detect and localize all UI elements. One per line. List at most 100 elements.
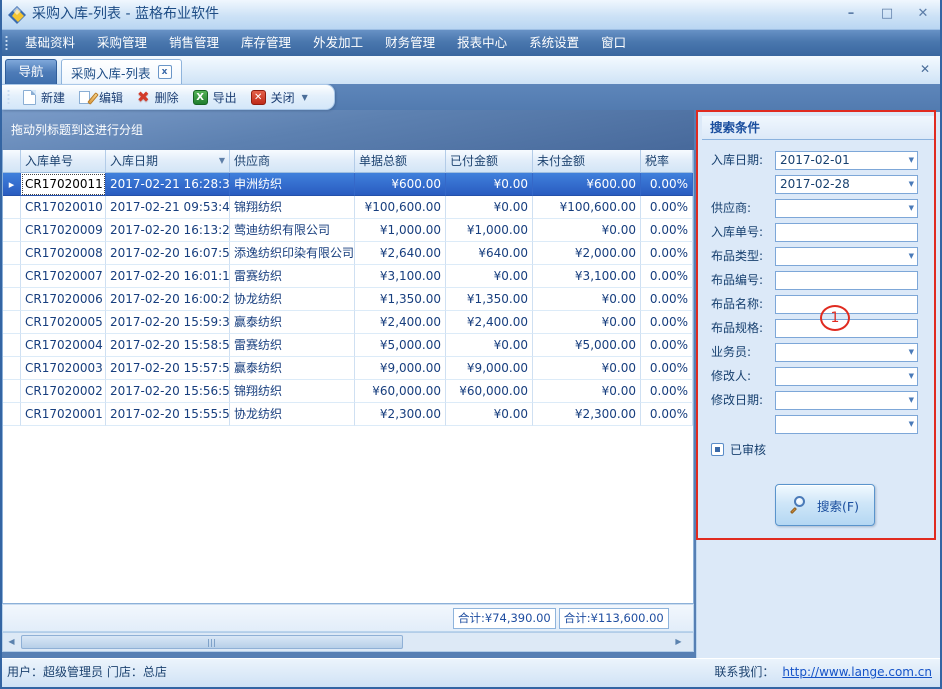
menu-item[interactable]: 外发加工 bbox=[302, 30, 374, 56]
table-row[interactable]: CR17020002 2017-02-20 15:56:56 锦翔纺织 ¥60,… bbox=[3, 380, 693, 403]
close-button[interactable]: ✕ bbox=[912, 5, 934, 23]
minimize-button[interactable]: – bbox=[840, 5, 862, 23]
combo-dropdown-icon[interactable]: ▼ bbox=[909, 176, 914, 193]
combo-dropdown-icon[interactable]: ▼ bbox=[909, 392, 914, 409]
search-field-input[interactable]: ▼ bbox=[775, 367, 918, 386]
table-row[interactable]: CR17020008 2017-02-20 16:07:50 添逸纺织印染有限公… bbox=[3, 242, 693, 265]
new-document-icon bbox=[23, 90, 36, 105]
cell-filler bbox=[693, 357, 694, 380]
combo-dropdown-icon[interactable]: ▼ bbox=[909, 368, 914, 385]
column-header-supplier[interactable]: 供应商 bbox=[230, 150, 355, 173]
column-header-inbound-no[interactable]: 入库单号 bbox=[21, 150, 106, 173]
cell-supplier: 雷赛纺织 bbox=[230, 334, 355, 357]
search-field-input[interactable]: ▼ bbox=[775, 415, 918, 434]
table-row[interactable]: CR17020007 2017-02-20 16:01:18 雷赛纺织 ¥3,1… bbox=[3, 265, 693, 288]
toolbar-dropdown-icon[interactable]: ▼ bbox=[302, 93, 308, 102]
search-field-input[interactable]: ▼ bbox=[775, 223, 918, 242]
cell-inbound-no: CR17020004 bbox=[21, 334, 106, 357]
table-row[interactable]: CR17020010 2017-02-21 09:53:44 锦翔纺织 ¥100… bbox=[3, 196, 693, 219]
website-link[interactable]: http://www.lange.com.cn bbox=[782, 659, 932, 686]
audited-checkbox[interactable] bbox=[711, 443, 724, 456]
cell-tax: 0.00% bbox=[641, 311, 693, 334]
search-field-input[interactable]: ▼ bbox=[775, 247, 918, 266]
tab-navigation[interactable]: 导航 bbox=[5, 59, 57, 84]
audited-checkbox-row[interactable]: 已审核 bbox=[711, 441, 766, 458]
menu-item[interactable]: 窗口 bbox=[590, 30, 637, 56]
magnifier-icon bbox=[791, 496, 809, 514]
search-field-value: 2017-02-28 bbox=[780, 177, 850, 191]
menu-item[interactable]: 报表中心 bbox=[446, 30, 518, 56]
search-field-input[interactable]: ▼ bbox=[775, 271, 918, 290]
search-field-input[interactable]: ▼ bbox=[775, 391, 918, 410]
search-field-input[interactable]: ▼ bbox=[775, 295, 918, 314]
search-panel: 搜索条件 入库日期: 2017-02-01 ▼ 2017-02-28 ▼ 供应商… bbox=[696, 112, 940, 658]
row-indicator-cell bbox=[3, 334, 21, 357]
column-header-total[interactable]: 单据总额 bbox=[355, 150, 446, 173]
combo-dropdown-icon[interactable]: ▼ bbox=[909, 200, 914, 217]
table-row[interactable]: CR17020003 2017-02-20 15:57:51 赢泰纺织 ¥9,0… bbox=[3, 357, 693, 380]
new-button[interactable]: 新建 bbox=[16, 85, 72, 109]
combo-dropdown-icon[interactable]: ▼ bbox=[909, 344, 914, 361]
search-field-row: 修改日期: ▼ bbox=[697, 391, 940, 410]
table-row[interactable]: CR17020005 2017-02-20 15:59:30 赢泰纺织 ¥2,4… bbox=[3, 311, 693, 334]
column-header-tax[interactable]: 税率 bbox=[641, 150, 693, 173]
menu-item[interactable]: 采购管理 bbox=[86, 30, 158, 56]
scrollbar-thumb[interactable] bbox=[21, 635, 403, 649]
cell-filler bbox=[693, 242, 694, 265]
cell-tax: 0.00% bbox=[641, 288, 693, 311]
search-field-label: 修改日期: bbox=[711, 391, 775, 410]
table-row[interactable]: CR17020011 2017-02-21 16:28:36 申洲纺织 ¥600… bbox=[3, 173, 693, 196]
combo-dropdown-icon[interactable]: ▼ bbox=[909, 152, 914, 169]
horizontal-scrollbar[interactable]: ◀ ▶ bbox=[2, 632, 694, 652]
cell-inbound-date: 2017-02-20 15:55:50 bbox=[106, 403, 230, 426]
row-indicator-cell bbox=[3, 311, 21, 334]
column-header-inbound-date[interactable]: 入库日期▼ bbox=[106, 150, 230, 173]
grid-header-row: 入库单号 入库日期▼ 供应商 单据总额 已付金额 未付金额 税率 bbox=[3, 150, 693, 173]
close-view-button[interactable]: ✕ 关闭 ▼ bbox=[244, 85, 315, 109]
table-row[interactable]: CR17020006 2017-02-20 16:00:20 协龙纺织 ¥1,3… bbox=[3, 288, 693, 311]
menu-item[interactable]: 基础资料 bbox=[14, 30, 86, 56]
cell-supplier: 莺迪纺织有限公司 bbox=[230, 219, 355, 242]
cell-supplier: 赢泰纺织 bbox=[230, 311, 355, 334]
search-field-input[interactable]: ▼ bbox=[775, 343, 918, 362]
cell-filler bbox=[693, 380, 694, 403]
menu-item[interactable]: 库存管理 bbox=[230, 30, 302, 56]
table-row[interactable]: CR17020009 2017-02-20 16:13:28 莺迪纺织有限公司 … bbox=[3, 219, 693, 242]
cell-supplier: 协龙纺织 bbox=[230, 288, 355, 311]
search-field-input[interactable]: ▼ bbox=[775, 319, 918, 338]
export-button[interactable]: X 导出 bbox=[186, 85, 244, 109]
table-row[interactable]: CR17020004 2017-02-20 15:58:50 雷赛纺织 ¥5,0… bbox=[3, 334, 693, 357]
maximize-button[interactable]: □ bbox=[876, 5, 898, 23]
search-field-input[interactable]: ▼ bbox=[775, 199, 918, 218]
excel-export-icon: X bbox=[193, 90, 208, 105]
tab-close-icon[interactable]: x bbox=[158, 65, 172, 79]
delete-button[interactable]: ✖ 删除 bbox=[130, 85, 186, 109]
group-by-band[interactable]: 拖动列标题到这进行分组 bbox=[2, 110, 694, 150]
tabstrip-close-icon[interactable]: ✕ bbox=[920, 62, 930, 76]
column-header-unpaid[interactable]: 未付金额 bbox=[533, 150, 641, 173]
menu-item[interactable]: 财务管理 bbox=[374, 30, 446, 56]
column-header-paid[interactable]: 已付金额 bbox=[446, 150, 533, 173]
tab-purchase-inbound-list[interactable]: 采购入库-列表 x bbox=[61, 59, 182, 84]
menu-item[interactable]: 系统设置 bbox=[518, 30, 590, 56]
toolbar: 新建 编辑 ✖ 删除 X 导出 ✕ 关闭 ▼ bbox=[2, 84, 335, 110]
cell-inbound-date: 2017-02-20 15:59:30 bbox=[106, 311, 230, 334]
combo-dropdown-icon[interactable]: ▼ bbox=[909, 248, 914, 265]
cell-tax: 0.00% bbox=[641, 380, 693, 403]
toolbar-grip-icon bbox=[7, 89, 10, 105]
edit-button[interactable]: 编辑 bbox=[72, 85, 130, 109]
table-row[interactable]: CR17020001 2017-02-20 15:55:50 协龙纺织 ¥2,3… bbox=[3, 403, 693, 426]
cell-paid: ¥0.00 bbox=[446, 403, 533, 426]
scroll-left-icon[interactable]: ◀ bbox=[4, 635, 19, 649]
menu-item[interactable]: 销售管理 bbox=[158, 30, 230, 56]
cell-supplier: 锦翔纺织 bbox=[230, 380, 355, 403]
row-indicator-cell bbox=[3, 288, 21, 311]
search-field-row: 入库日期: 2017-02-01 ▼ bbox=[697, 151, 940, 170]
cell-tax: 0.00% bbox=[641, 334, 693, 357]
search-field-input[interactable]: 2017-02-28 ▼ bbox=[775, 175, 918, 194]
search-button[interactable]: 搜索(F) bbox=[775, 484, 875, 526]
combo-dropdown-icon[interactable]: ▼ bbox=[909, 416, 914, 433]
search-field-input[interactable]: 2017-02-01 ▼ bbox=[775, 151, 918, 170]
scroll-right-icon[interactable]: ▶ bbox=[671, 635, 686, 649]
audited-checkbox-label: 已审核 bbox=[730, 441, 766, 458]
